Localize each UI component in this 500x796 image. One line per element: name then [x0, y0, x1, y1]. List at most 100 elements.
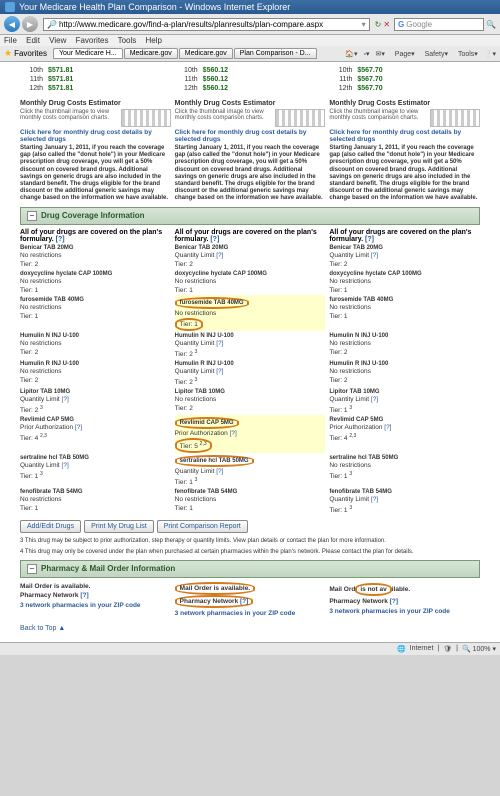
drug-cell: fenofibrate TAB 54MGNo restrictionsTier:… [175, 487, 326, 515]
feed-icon[interactable]: ▫▾ [364, 51, 370, 58]
network-pharmacies-link-3[interactable]: 3 network pharmacies in your ZIP code [329, 608, 480, 615]
drug-cell: Humulin R INJ U-100No restrictionsTier: … [20, 359, 171, 387]
not-available-highlight: is not av [355, 583, 391, 596]
drug-cell: furosemide TAB 40MGNo restrictionsTier: … [329, 295, 480, 331]
drug-cell: furosemide TAB 40MGNo restrictionsTier: … [20, 295, 171, 331]
print-drug-list-button[interactable]: Print My Drug List [84, 520, 154, 533]
drug-cell: Lipitor TAB 10MGNo restrictionsTier: 2 [175, 387, 326, 415]
window-titlebar: Your Medicare Health Plan Comparison - W… [0, 0, 500, 14]
footnote-3: 3 This drug may be subject to prior auth… [20, 538, 480, 545]
network-pharmacies-link-2[interactable]: 3 network pharmacies in your ZIP code [175, 610, 326, 617]
drug-cell: furosemide TAB 40MGNo restrictionsTier: … [175, 295, 326, 331]
page-menu[interactable]: Page▾ [391, 51, 415, 58]
address-bar[interactable]: 🔎 http://www.medicare.gov/find-a-plan/re… [43, 18, 370, 31]
nav-bar: ◀ ▶ 🔎 http://www.medicare.gov/find-a-pla… [0, 14, 500, 35]
drug-cell: Humulin N INJ U-100No restrictionsTier: … [20, 331, 171, 359]
button-row: Add/Edit Drugs Print My Drug List Print … [20, 520, 480, 533]
collapse-icon[interactable]: – [27, 211, 37, 221]
lock-icon: 🔎 [47, 20, 57, 29]
favorites-star-icon[interactable]: ★ [4, 48, 12, 59]
refresh-icon[interactable]: ↻ [375, 20, 382, 29]
menu-edit[interactable]: Edit [26, 36, 40, 45]
estimator-col-1: Monthly Drug Costs Estimator Click the t… [20, 97, 171, 203]
drug-cell: Lipitor TAB 10MGQuantity Limit [?]Tier: … [329, 387, 480, 415]
network-pharmacies-link-1[interactable]: 3 network pharmacies in your ZIP code [20, 602, 171, 609]
drug-cell: Revlimid CAP 5MGPrior Authorization [?]T… [20, 415, 171, 453]
drug-cell: Humulin R INJ U-100Quantity Limit [?]Tie… [175, 359, 326, 387]
cost-details-link-2[interactable]: Click here for monthly drug cost details… [175, 129, 326, 143]
cost-details-link-3[interactable]: Click here for monthly drug cost details… [329, 129, 480, 143]
cost-details-link-1[interactable]: Click here for monthly drug cost details… [20, 129, 171, 143]
menu-file[interactable]: File [4, 36, 17, 45]
mail-icon[interactable]: ✉▾ [375, 51, 384, 58]
back-to-top-link[interactable]: Back to Top ▲ [20, 625, 65, 632]
forward-button[interactable]: ▶ [22, 16, 38, 32]
help-icon[interactable]: ❔▾ [484, 51, 496, 58]
drug-cell: doxycycline hyclate CAP 100MGNo restrict… [20, 269, 171, 295]
favorites-label[interactable]: Favorites [14, 49, 47, 58]
protected-mode-icon: 🛡 [443, 645, 452, 653]
drug-cell: sertraline hcl TAB 50MGQuantity Limit [?… [175, 453, 326, 487]
home-icon[interactable]: 🏠▾ [345, 51, 357, 58]
estimator-col-3: Monthly Drug Costs Estimator Click the t… [329, 97, 480, 203]
status-zone: Internet [410, 645, 434, 652]
ie-icon [5, 2, 15, 12]
mail-order-2-highlight: Mail Order is available. [175, 582, 255, 595]
chart-thumbnail-1[interactable] [121, 109, 171, 127]
menu-view[interactable]: View [49, 36, 66, 45]
chart-thumbnail-2[interactable] [275, 109, 325, 127]
print-comparison-button[interactable]: Print Comparison Report [157, 520, 248, 533]
drug-cell: sertraline hcl TAB 50MGNo restrictionsTi… [329, 453, 480, 487]
internet-zone-icon: 🌐 [397, 645, 406, 653]
search-go-icon[interactable]: 🔍 [486, 20, 496, 29]
footnote-4: 4 This drug may only be covered under th… [20, 549, 480, 556]
page-content: 10th$571.81 11th$571.81 12th$571.81 10th… [0, 62, 500, 642]
chart-thumbnail-3[interactable] [430, 109, 480, 127]
section-pharmacy-mail[interactable]: – Pharmacy & Mail Order Information [20, 560, 480, 578]
drug-cell: sertraline hcl TAB 50MGQuantity Limit [?… [20, 453, 171, 487]
pharmacy-network-2-highlight: Pharmacy Network [?] [175, 595, 254, 608]
mail-order-3: Mail Ordis not avilable. [329, 582, 480, 597]
drug-cell: fenofibrate TAB 54MGQuantity Limit [?]Ti… [329, 487, 480, 515]
estimator-title: Monthly Drug Costs Estimator [20, 100, 171, 107]
drug-cell: Benicar TAB 20MGQuantity Limit [?]Tier: … [175, 243, 326, 269]
tab-0[interactable]: Your Medicare H... [53, 48, 123, 59]
drug-cell: Revlimid CAP 5MGPrior Authorization [?]T… [175, 415, 326, 453]
mail-order-1: Mail Order is available. [20, 582, 171, 591]
tab-3[interactable]: Plan Comparison - D... [234, 48, 317, 59]
tab-1[interactable]: Medicare.gov [124, 48, 178, 59]
drug-cell: Lipitor TAB 10MGQuantity Limit [?]Tier: … [20, 387, 171, 415]
ie-toolbar: 🏠▾ ▫▾ ✉▾ Page▾ Safety▾ Tools▾ ❔▾ [341, 50, 496, 58]
price-col-2: 10th$560.12 11th$560.12 12th$560.12 [175, 66, 326, 93]
status-bar: 🌐 Internet | 🛡 | 🔍 100% ▾ [0, 642, 500, 655]
stop-icon[interactable]: ✕ [383, 20, 390, 29]
menu-help[interactable]: Help [146, 36, 162, 45]
drug-cell: Benicar TAB 20MGQuantity Limit [?]Tier: … [329, 243, 480, 269]
drug-cell: doxycycline hyclate CAP 100MGNo restrict… [175, 269, 326, 295]
search-box[interactable]: G Google [394, 18, 484, 31]
section-drug-coverage[interactable]: – Drug Coverage Information [20, 207, 480, 225]
price-col-1: 10th$571.81 11th$571.81 12th$571.81 [20, 66, 171, 93]
drug-cell: Benicar TAB 20MGNo restrictionsTier: 2 [20, 243, 171, 269]
zoom-label[interactable]: 🔍 100% ▾ [462, 645, 496, 653]
drug-cell: fenofibrate TAB 54MGNo restrictionsTier:… [20, 487, 171, 515]
favorites-bar: ★ Favorites Your Medicare H... Medicare.… [0, 46, 500, 62]
menu-tools[interactable]: Tools [118, 36, 137, 45]
drug-cell: doxycycline hyclate CAP 100MGNo restrict… [329, 269, 480, 295]
collapse-icon[interactable]: – [27, 564, 37, 574]
window-title: Your Medicare Health Plan Comparison - W… [19, 2, 290, 12]
safety-menu[interactable]: Safety▾ [421, 51, 448, 58]
menu-bar: File Edit View Favorites Tools Help [0, 35, 500, 46]
price-col-3: 10th$567.70 11th$567.70 12th$567.70 [329, 66, 480, 93]
tab-2[interactable]: Medicare.gov [179, 48, 233, 59]
help-icon[interactable]: [?] [56, 236, 65, 243]
menu-favorites[interactable]: Favorites [76, 36, 109, 45]
drug-cell: Humulin N INJ U-100No restrictionsTier: … [329, 331, 480, 359]
tools-menu[interactable]: Tools▾ [454, 51, 478, 58]
drug-cell: Humulin N INJ U-100Quantity Limit [?]Tie… [175, 331, 326, 359]
add-edit-drugs-button[interactable]: Add/Edit Drugs [20, 520, 81, 533]
estimator-col-2: Monthly Drug Costs Estimator Click the t… [175, 97, 326, 203]
back-button[interactable]: ◀ [4, 16, 20, 32]
url-text: http://www.medicare.gov/find-a-plan/resu… [59, 20, 362, 29]
search-engine: Google [406, 20, 432, 29]
